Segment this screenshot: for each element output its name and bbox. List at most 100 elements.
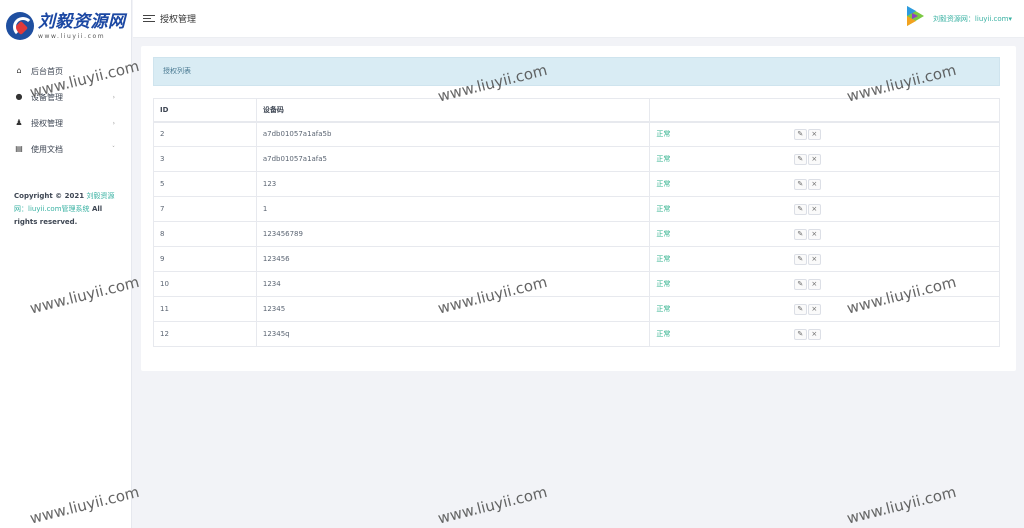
- column-header-actions: [787, 98, 1000, 123]
- copyright-prefix: Copyright © 2021: [14, 192, 85, 200]
- cell-id: 9: [153, 246, 257, 272]
- table-row: 9 123456 正常 ✎ ×: [153, 246, 1000, 272]
- table-row: 10 1234 正常 ✎ ×: [153, 271, 1000, 297]
- play-logo-icon: [906, 6, 924, 26]
- table-row: 5 123 正常 ✎ ×: [153, 171, 1000, 197]
- sidebar-item-docs[interactable]: ▤ 使用文档 ˇ: [0, 136, 131, 162]
- table-row: 8 123456789 正常 ✎ ×: [153, 221, 1000, 247]
- panel-title: 授权列表: [153, 57, 1000, 86]
- sidebar-item-home[interactable]: ⌂ 后台首页: [0, 58, 131, 84]
- cell-id: 7: [153, 196, 257, 222]
- cell-device-code: 12345q: [255, 321, 651, 347]
- home-icon: ⌂: [16, 66, 22, 75]
- user-name[interactable]: 刘毅资源网：liuyii.com: [933, 14, 1009, 24]
- sidebar-item-devices[interactable]: ● 设备管理 ›: [0, 84, 131, 110]
- authorization-table: ID 设备码 2 a7db01057a1afa5b 正常 ✎ × 3 a7db01057a1…: [153, 98, 1000, 347]
- document-icon: ▤: [15, 144, 23, 153]
- chevron-right-icon: ›: [112, 119, 115, 127]
- status-badge: 正常: [649, 171, 788, 197]
- sidebar: 刘毅资源网 www.liuyii.com ⌂ 后台首页 ● 设备管理 › ♟ 授…: [0, 0, 132, 528]
- chevron-right-icon: ›: [112, 93, 115, 101]
- cell-actions: ✎ ×: [787, 196, 1000, 222]
- cell-actions: ✎ ×: [787, 246, 1000, 272]
- status-badge: 正常: [649, 246, 788, 272]
- cell-id: 10: [153, 271, 257, 297]
- edit-icon[interactable]: ✎: [793, 178, 807, 190]
- sidebar-item-label: 设备管理: [31, 92, 63, 102]
- cell-actions: ✎ ×: [787, 271, 1000, 297]
- logo-subtitle: www.liuyii.com: [38, 32, 106, 40]
- sidebar-menu: ⌂ 后台首页 ● 设备管理 › ♟ 授权管理 › ▤ 使用文档 ˇ: [0, 58, 131, 162]
- cell-device-code: 1234: [255, 271, 651, 297]
- cell-device-code: 1: [255, 196, 651, 222]
- edit-icon[interactable]: ✎: [793, 253, 807, 265]
- delete-icon[interactable]: ×: [807, 203, 821, 215]
- delete-icon[interactable]: ×: [807, 153, 821, 165]
- delete-icon[interactable]: ×: [807, 128, 821, 140]
- column-header-id: ID: [153, 98, 257, 123]
- edit-icon[interactable]: ✎: [793, 328, 807, 340]
- cell-device-code: 123: [255, 171, 651, 197]
- delete-icon[interactable]: ×: [807, 278, 821, 290]
- cell-device-code: a7db01057a1afa5b: [255, 121, 651, 147]
- user-menu[interactable]: 刘毅资源网：liuyii.com ▾: [901, 4, 1012, 34]
- cell-device-code: a7db01057a1afa5: [255, 146, 651, 172]
- copyright: Copyright © 2021 刘毅资源网：liuyii.com管理系统 Al…: [0, 190, 131, 229]
- cell-id: 8: [153, 221, 257, 247]
- table-row: 11 12345 正常 ✎ ×: [153, 296, 1000, 322]
- cell-actions: ✎ ×: [787, 296, 1000, 322]
- cell-id: 3: [153, 146, 257, 172]
- sidebar-item-label: 后台首页: [31, 66, 63, 76]
- delete-icon[interactable]: ×: [807, 228, 821, 240]
- status-badge: 正常: [649, 271, 788, 297]
- main-panel: 授权列表 ID 设备码 2 a7db01057a1afa5b 正常 ✎ × 3 a7db01…: [141, 46, 1016, 371]
- cell-device-code: 123456: [255, 246, 651, 272]
- sidebar-item-authorization[interactable]: ♟ 授权管理 ›: [0, 110, 131, 136]
- status-badge: 正常: [649, 321, 788, 347]
- caret-down-icon[interactable]: ▾: [1008, 15, 1012, 23]
- sidebar-item-label: 授权管理: [31, 118, 63, 128]
- edit-icon[interactable]: ✎: [793, 203, 807, 215]
- cell-id: 12: [153, 321, 257, 347]
- delete-icon[interactable]: ×: [807, 328, 821, 340]
- menu-toggle-icon[interactable]: [143, 15, 155, 22]
- delete-icon[interactable]: ×: [807, 253, 821, 265]
- cell-id: 11: [153, 296, 257, 322]
- table-row: 3 a7db01057a1afa5 正常 ✎ ×: [153, 146, 1000, 172]
- status-badge: 正常: [649, 221, 788, 247]
- top-header: 授权管理 刘毅资源网：liuyii.com ▾: [133, 0, 1024, 38]
- sidebar-item-label: 使用文档: [31, 144, 63, 154]
- chevron-down-icon: ˇ: [112, 145, 115, 153]
- column-header-device-code: 设备码: [255, 98, 651, 123]
- edit-icon[interactable]: ✎: [793, 153, 807, 165]
- avatar: [901, 4, 927, 34]
- logo[interactable]: 刘毅资源网 www.liuyii.com: [0, 0, 131, 52]
- cell-device-code: 12345: [255, 296, 651, 322]
- delete-icon[interactable]: ×: [807, 303, 821, 315]
- logo-mark-icon: [6, 12, 34, 40]
- edit-icon[interactable]: ✎: [793, 128, 807, 140]
- user-gear-icon: ♟: [15, 118, 23, 127]
- table-header-row: ID 设备码: [153, 98, 1000, 123]
- status-badge: 正常: [649, 196, 788, 222]
- watermark: www.liuyii.com: [436, 482, 550, 528]
- table-row: 7 1 正常 ✎ ×: [153, 196, 1000, 222]
- table-row: 12 12345q 正常 ✎ ×: [153, 321, 1000, 347]
- table-row: 2 a7db01057a1afa5b 正常 ✎ ×: [153, 121, 1000, 147]
- delete-icon[interactable]: ×: [807, 178, 821, 190]
- cell-device-code: 123456789: [255, 221, 651, 247]
- page-title: 授权管理: [160, 15, 197, 25]
- cell-actions: ✎ ×: [787, 146, 1000, 172]
- status-badge: 正常: [649, 296, 788, 322]
- edit-icon[interactable]: ✎: [793, 228, 807, 240]
- watermark: www.liuyii.com: [845, 482, 959, 528]
- status-badge: 正常: [649, 146, 788, 172]
- palette-icon: ●: [15, 92, 23, 101]
- cell-id: 5: [153, 171, 257, 197]
- column-header-status: [649, 98, 788, 123]
- cell-id: 2: [153, 121, 257, 147]
- edit-icon[interactable]: ✎: [793, 303, 807, 315]
- edit-icon[interactable]: ✎: [793, 278, 807, 290]
- cell-actions: ✎ ×: [787, 321, 1000, 347]
- cell-actions: ✎ ×: [787, 221, 1000, 247]
